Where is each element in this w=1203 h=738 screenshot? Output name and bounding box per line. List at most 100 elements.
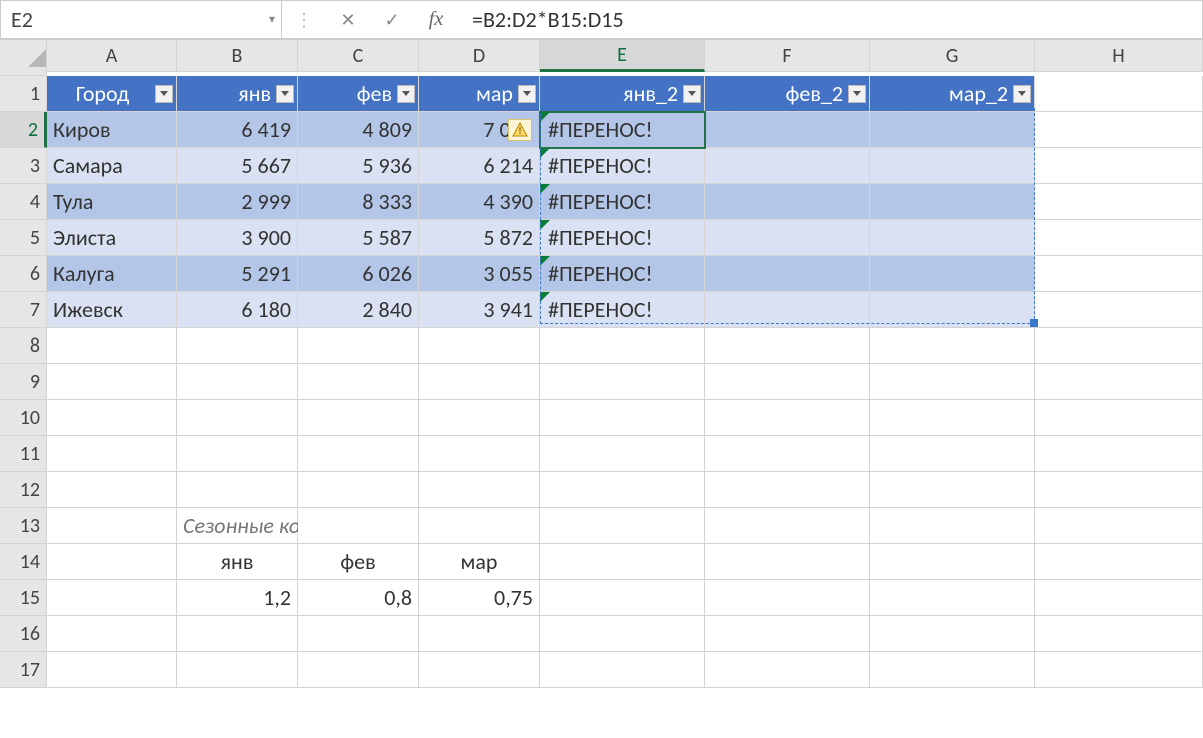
filter-dropdown-icon[interactable] [683,85,701,103]
spill-error-cell[interactable]: #ПЕРЕНОС! [540,220,705,256]
filter-dropdown-icon[interactable] [1013,85,1031,103]
cell[interactable] [177,616,298,652]
cell[interactable]: 6 026 [298,256,419,292]
cell[interactable] [870,436,1035,472]
cell[interactable] [870,616,1035,652]
row-header[interactable]: 16 [0,616,47,652]
cell[interactable] [298,400,419,436]
cell[interactable] [1035,436,1203,472]
cell[interactable] [870,364,1035,400]
cell[interactable] [870,508,1035,544]
spill-error-cell[interactable]: #ПЕРЕНОС! [540,292,705,328]
cell[interactable]: 5 291 [177,256,298,292]
cell[interactable] [298,508,419,544]
row-header[interactable]: 4 [0,184,47,220]
spill-error-cell[interactable]: #ПЕРЕНОС! [540,256,705,292]
cell[interactable]: 4 390 [419,184,540,220]
table-row[interactable]: Тула [47,184,177,220]
cell[interactable] [705,148,870,184]
table-row[interactable]: Ижевск [47,292,177,328]
cell[interactable] [705,652,870,688]
cell[interactable]: 6 419 [177,112,298,148]
cell[interactable] [298,472,419,508]
cell[interactable] [1035,544,1203,580]
cell[interactable] [47,544,177,580]
cell[interactable] [298,328,419,364]
cell[interactable] [177,652,298,688]
cell[interactable] [47,436,177,472]
row-header[interactable]: 15 [0,580,47,616]
table-header-cell[interactable]: мар [419,76,540,112]
table-row[interactable]: Калуга [47,256,177,292]
seasonal-value[interactable]: 1,2 [177,580,298,616]
cell[interactable] [1035,112,1203,148]
column-header[interactable]: H [1035,40,1203,72]
cell[interactable] [1035,580,1203,616]
cell[interactable] [1035,220,1203,256]
column-header[interactable]: E [540,40,705,72]
cell[interactable] [298,436,419,472]
filter-dropdown-icon[interactable] [397,85,415,103]
cell[interactable] [540,472,705,508]
cell[interactable] [47,652,177,688]
cell[interactable] [47,472,177,508]
cell[interactable] [47,364,177,400]
cell[interactable] [705,436,870,472]
cell[interactable] [47,580,177,616]
cell[interactable] [177,472,298,508]
table-header-cell[interactable]: фев_2 [705,76,870,112]
cell[interactable] [870,112,1035,148]
cell[interactable] [1035,364,1203,400]
column-header[interactable]: G [870,40,1035,72]
cell[interactable] [177,400,298,436]
cell[interactable] [298,652,419,688]
cell[interactable] [870,652,1035,688]
fx-icon[interactable]: fx [414,1,458,38]
table-header-cell[interactable]: янв_2 [540,76,705,112]
column-header[interactable]: C [298,40,419,72]
spill-error-cell[interactable]: #ПЕРЕНОС! [540,148,705,184]
cell[interactable] [419,472,540,508]
cell[interactable] [298,364,419,400]
cell[interactable] [419,364,540,400]
cell[interactable] [705,256,870,292]
enter-icon[interactable]: ✓ [370,1,414,38]
cell[interactable]: 5 667 [177,148,298,184]
cell[interactable] [705,472,870,508]
cell[interactable] [705,328,870,364]
column-header[interactable]: D [419,40,540,72]
table-header-cell[interactable]: фев [298,76,419,112]
row-header[interactable]: 12 [0,472,47,508]
cell[interactable] [419,436,540,472]
cell[interactable]: 5 936 [298,148,419,184]
cell[interactable] [1035,76,1203,112]
cell[interactable] [540,328,705,364]
row-header[interactable]: 8 [0,328,47,364]
cell[interactable] [870,472,1035,508]
filter-dropdown-icon[interactable] [276,85,294,103]
cell[interactable] [177,364,298,400]
cell[interactable] [705,112,870,148]
cell[interactable]: 2 999 [177,184,298,220]
cell[interactable] [705,220,870,256]
table-header-cell[interactable]: янв [177,76,298,112]
error-warning-icon[interactable]: ! [508,119,532,141]
cell[interactable] [47,508,177,544]
seasonal-label[interactable]: фев [298,544,419,580]
cell[interactable] [540,616,705,652]
expand-icon[interactable]: ⋮ [282,1,326,38]
cell[interactable]: 6 214 [419,148,540,184]
cell[interactable]: 2 840 [298,292,419,328]
cell[interactable] [705,580,870,616]
cell[interactable]: 6 180 [177,292,298,328]
cell[interactable] [705,292,870,328]
cell[interactable] [540,580,705,616]
spill-error-cell[interactable]: #ПЕРЕНОС!! [540,112,705,148]
cell[interactable] [298,616,419,652]
cell[interactable] [705,184,870,220]
cell[interactable] [870,580,1035,616]
cell[interactable] [870,328,1035,364]
seasonal-value[interactable]: 0,75 [419,580,540,616]
row-header[interactable]: 6 [0,256,47,292]
filter-dropdown-icon[interactable] [155,85,173,103]
